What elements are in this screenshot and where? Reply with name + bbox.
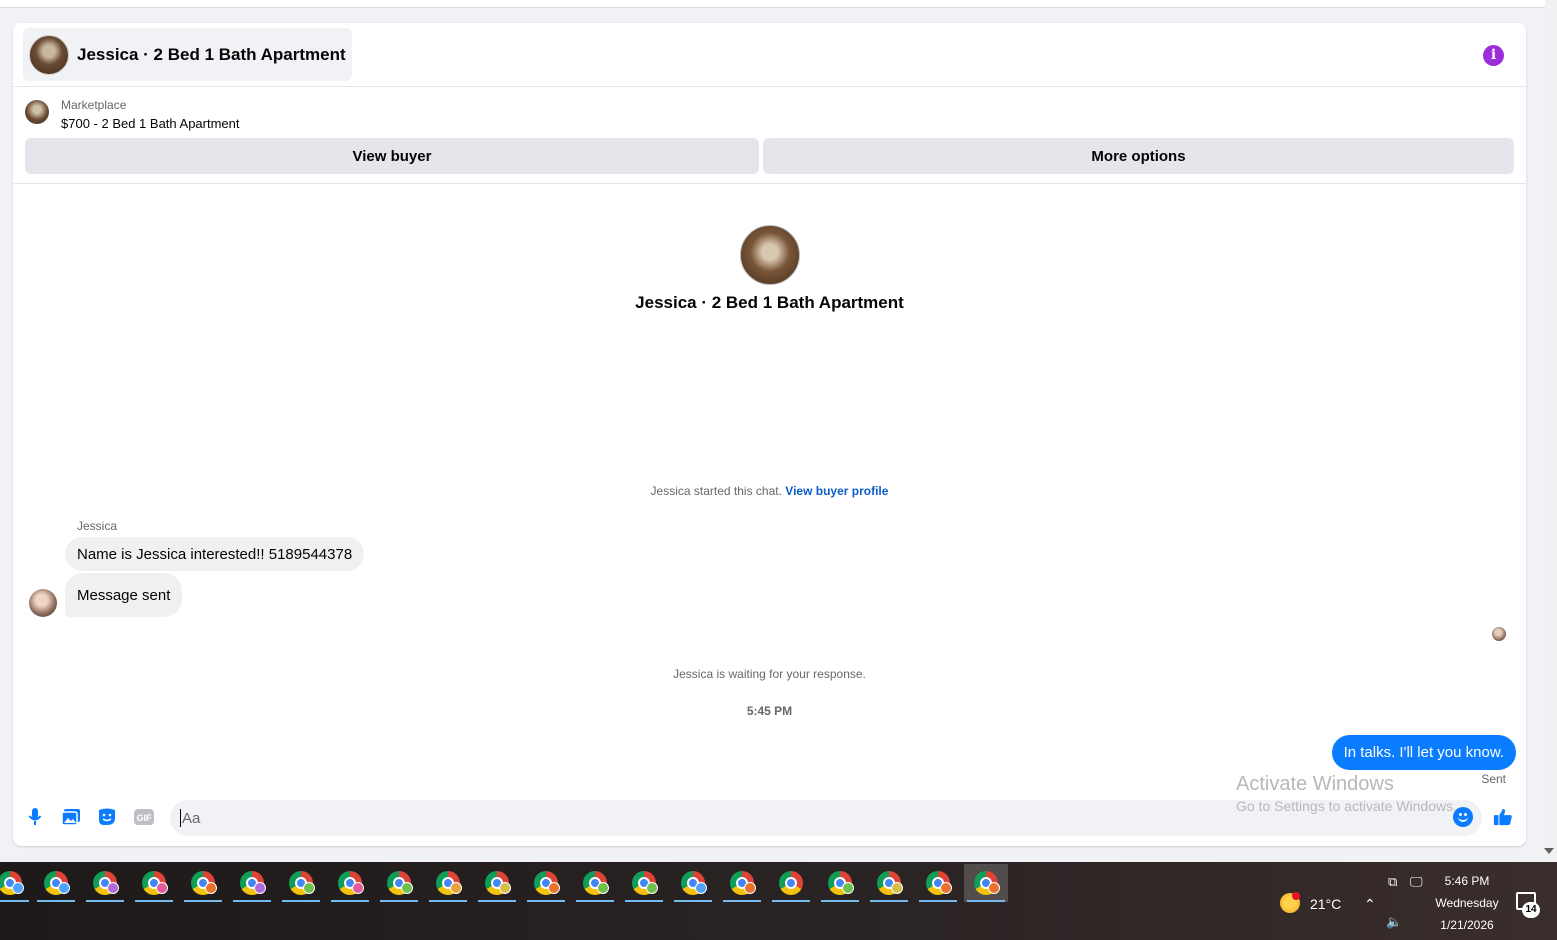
taskbar-chrome-profile[interactable] — [83, 864, 127, 902]
profile-badge — [401, 882, 413, 894]
weather-alert-icon — [1292, 892, 1300, 900]
chat-title-button[interactable]: Jessica · 2 Bed 1 Bath Apartment — [23, 28, 352, 81]
profile-badge — [842, 882, 854, 894]
profile-badge — [988, 882, 1000, 894]
listing-price-title[interactable]: $700 - 2 Bed 1 Bath Apartment — [61, 116, 240, 131]
profile-badge — [254, 882, 266, 894]
taskbar-chrome-profile[interactable] — [230, 864, 274, 902]
sender-avatar[interactable] — [29, 589, 57, 617]
incoming-message[interactable]: Message sent — [65, 573, 183, 617]
chat-started-notice: Jessica started this chat. View buyer pr… — [13, 484, 1526, 498]
tray-overflow-chevron-icon[interactable]: ⌃ — [1364, 896, 1376, 913]
notification-count-badge: 14 — [1522, 902, 1540, 918]
profile-badge — [646, 882, 658, 894]
gif-icon[interactable]: GIF — [133, 807, 155, 827]
profile-badge — [12, 882, 24, 894]
taskbar-chrome-profile[interactable] — [475, 864, 519, 902]
profile-badge — [499, 882, 511, 894]
taskbar-chrome-profile[interactable] — [622, 864, 666, 902]
profile-badge — [58, 882, 70, 894]
thumbs-up-icon[interactable] — [1493, 807, 1513, 827]
listing-summary: Marketplace $700 - 2 Bed 1 Bath Apartmen… — [13, 88, 1526, 184]
clock-day[interactable]: Wednesday — [1430, 896, 1504, 910]
taskbar-chrome-profile[interactable] — [671, 864, 715, 902]
taskbar-chrome-profile[interactable] — [377, 864, 421, 902]
profile-badge — [744, 882, 756, 894]
conversation-avatar — [740, 225, 800, 285]
taskbar-chrome-profile[interactable] — [279, 864, 323, 902]
profile-badge — [940, 882, 952, 894]
profile-badge — [205, 882, 217, 894]
profile-badge — [695, 882, 707, 894]
listing-thumbnail — [25, 100, 49, 124]
conversation-title: Jessica · 2 Bed 1 Bath Apartment — [635, 293, 904, 312]
emoji-mouth — [1458, 817, 1468, 822]
weather-temperature[interactable]: 21°C — [1310, 896, 1341, 912]
view-buyer-profile-link[interactable]: View buyer profile — [785, 484, 888, 498]
waiting-notice: Jessica is waiting for your response. — [673, 667, 866, 681]
activation-watermark-title: Activate Windows — [1236, 773, 1394, 795]
photo-icon[interactable] — [61, 807, 81, 827]
taskbar-chrome-profile[interactable] — [0, 864, 32, 902]
more-options-button[interactable]: More options — [763, 138, 1514, 174]
taskbar-chrome-profile[interactable] — [524, 864, 568, 902]
chrome-icon — [779, 871, 803, 895]
seen-indicator-avatar — [1492, 627, 1506, 641]
message-input-placeholder: Aa — [182, 809, 201, 827]
taskbar-chrome-profile[interactable] — [132, 864, 176, 902]
profile-badge — [548, 882, 560, 894]
clock-time[interactable]: 5:46 PM — [1430, 874, 1504, 888]
windows-taskbar: 21°C ⌃ ⧉ 🖵 🔈 5:46 PM Wednesday 1/21/2026… — [0, 862, 1557, 940]
profile-badge — [303, 882, 315, 894]
taskbar-chrome-profile[interactable] — [916, 864, 960, 902]
incoming-message[interactable]: Name is Jessica interested!! 5189544378 — [65, 537, 365, 571]
taskbar-chrome-profile[interactable] — [818, 864, 862, 902]
profile-badge — [891, 882, 903, 894]
message-timestamp: 5:45 PM — [746, 704, 793, 718]
chat-title: Jessica · 2 Bed 1 Bath Apartment — [77, 44, 346, 64]
profile-badge — [352, 882, 364, 894]
activation-watermark-subtitle: Go to Settings to activate Windows. — [1236, 798, 1457, 814]
sender-name: Jessica — [77, 519, 118, 533]
meet-now-icon[interactable]: ⧉ — [1388, 874, 1397, 890]
marketplace-label: Marketplace — [61, 98, 127, 112]
taskbar-chrome-profile[interactable] — [720, 864, 764, 902]
listing-avatar — [29, 34, 69, 75]
chat-header: Jessica · 2 Bed 1 Bath Apartment i — [13, 23, 1526, 87]
taskbar-chrome-profile[interactable] — [573, 864, 617, 902]
view-buyer-button[interactable]: View buyer — [25, 138, 759, 174]
taskbar-chrome-profile[interactable] — [328, 864, 372, 902]
profile-badge — [450, 882, 462, 894]
scroll-down-arrow[interactable] — [1544, 848, 1554, 854]
profile-badge — [107, 882, 119, 894]
started-text: Jessica started this chat. — [650, 484, 782, 498]
text-caret — [180, 809, 181, 827]
profile-badge — [156, 882, 168, 894]
volume-icon[interactable]: 🔈 — [1386, 914, 1402, 930]
taskbar-chrome-profile[interactable] — [867, 864, 911, 902]
taskbar-chrome-profile[interactable] — [426, 864, 470, 902]
chat-panel: Jessica · 2 Bed 1 Bath Apartment i Marke… — [13, 23, 1526, 846]
outgoing-message[interactable]: In talks. I'll let you know. — [1331, 735, 1516, 770]
clock-date[interactable]: 1/21/2026 — [1430, 918, 1504, 932]
microphone-icon[interactable] — [25, 807, 45, 827]
browser-top-edge — [0, 0, 1545, 8]
message-status: Sent — [1481, 772, 1506, 786]
info-icon[interactable]: i — [1483, 45, 1504, 66]
profile-badge — [597, 882, 609, 894]
taskbar-chrome-profile[interactable] — [181, 864, 225, 902]
gif-label: GIF — [137, 813, 153, 823]
taskbar-chrome-profile-active[interactable] — [964, 864, 1008, 902]
page-scrollbar[interactable] — [1544, 0, 1557, 862]
taskbar-chrome-profile[interactable] — [34, 864, 78, 902]
taskbar-chrome[interactable] — [769, 864, 813, 902]
network-icon[interactable]: 🖵 — [1410, 874, 1423, 890]
sticker-icon[interactable] — [97, 807, 117, 827]
